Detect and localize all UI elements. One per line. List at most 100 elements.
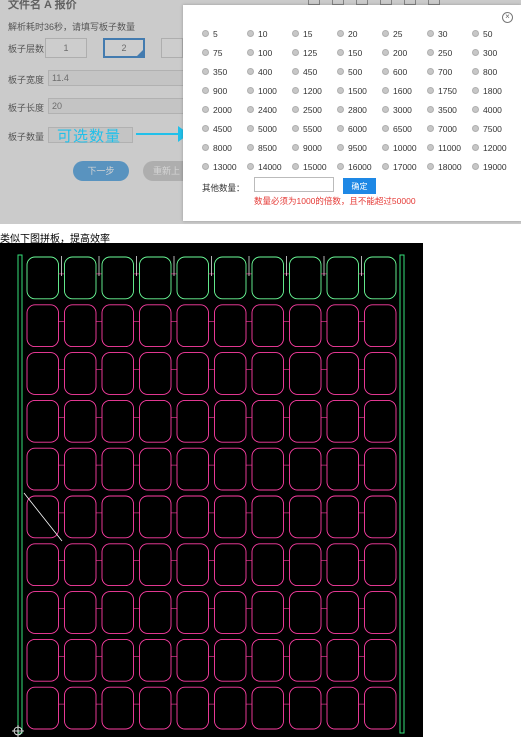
radio-icon[interactable]: [247, 68, 254, 76]
radio-icon[interactable]: [337, 87, 344, 95]
close-icon[interactable]: ×: [502, 12, 513, 23]
quantity-option[interactable]: 10000: [382, 142, 417, 154]
radio-icon[interactable]: [247, 49, 254, 57]
radio-icon[interactable]: [427, 68, 434, 76]
radio-icon[interactable]: [382, 30, 389, 38]
quantity-option[interactable]: 50: [472, 28, 492, 40]
quantity-option[interactable]: 9000: [292, 142, 322, 154]
quantity-option[interactable]: 12000: [472, 142, 507, 154]
quantity-option[interactable]: 18000: [427, 161, 462, 173]
radio-icon[interactable]: [292, 68, 299, 76]
radio-icon[interactable]: [202, 49, 209, 57]
other-quantity-input[interactable]: [254, 177, 334, 192]
radio-icon[interactable]: [247, 125, 254, 133]
radio-icon[interactable]: [427, 49, 434, 57]
quantity-option[interactable]: 15: [292, 28, 312, 40]
radio-icon[interactable]: [292, 144, 299, 152]
quantity-option[interactable]: 9500: [337, 142, 367, 154]
radio-icon[interactable]: [472, 106, 479, 114]
quantity-option[interactable]: 7000: [427, 123, 457, 135]
quantity-option[interactable]: 25: [382, 28, 402, 40]
radio-icon[interactable]: [427, 144, 434, 152]
radio-icon[interactable]: [247, 106, 254, 114]
quantity-option[interactable]: 19000: [472, 161, 507, 173]
radio-icon[interactable]: [292, 163, 299, 171]
radio-icon[interactable]: [337, 125, 344, 133]
quantity-option[interactable]: 14000: [247, 161, 282, 173]
quantity-option[interactable]: 1600: [382, 85, 412, 97]
radio-icon[interactable]: [427, 125, 434, 133]
quantity-option[interactable]: 4500: [202, 123, 232, 135]
quantity-option[interactable]: 250: [427, 47, 452, 59]
quantity-option[interactable]: 150: [337, 47, 362, 59]
radio-icon[interactable]: [337, 68, 344, 76]
quantity-option[interactable]: 350: [202, 66, 227, 78]
radio-icon[interactable]: [472, 144, 479, 152]
radio-icon[interactable]: [472, 87, 479, 95]
radio-icon[interactable]: [337, 49, 344, 57]
radio-icon[interactable]: [382, 87, 389, 95]
quantity-option[interactable]: 700: [427, 66, 452, 78]
quantity-option[interactable]: 600: [382, 66, 407, 78]
radio-icon[interactable]: [472, 68, 479, 76]
quantity-option[interactable]: 1800: [472, 85, 502, 97]
radio-icon[interactable]: [292, 87, 299, 95]
radio-icon[interactable]: [472, 49, 479, 57]
radio-icon[interactable]: [382, 68, 389, 76]
quantity-option[interactable]: 3000: [382, 104, 412, 116]
quantity-option[interactable]: 13000: [202, 161, 237, 173]
radio-icon[interactable]: [427, 163, 434, 171]
radio-icon[interactable]: [382, 106, 389, 114]
quantity-option[interactable]: 200: [382, 47, 407, 59]
quantity-option[interactable]: 20: [337, 28, 357, 40]
quantity-option[interactable]: 6500: [382, 123, 412, 135]
quantity-option[interactable]: 800: [472, 66, 497, 78]
radio-icon[interactable]: [202, 87, 209, 95]
quantity-option[interactable]: 16000: [337, 161, 372, 173]
radio-icon[interactable]: [247, 30, 254, 38]
radio-icon[interactable]: [427, 87, 434, 95]
radio-icon[interactable]: [472, 30, 479, 38]
quantity-option[interactable]: 11000: [427, 142, 461, 154]
radio-icon[interactable]: [382, 49, 389, 57]
radio-icon[interactable]: [427, 30, 434, 38]
quantity-option[interactable]: 17000: [382, 161, 417, 173]
quantity-option[interactable]: 1200: [292, 85, 322, 97]
quantity-option[interactable]: 900: [202, 85, 227, 97]
quantity-option[interactable]: 5000: [247, 123, 277, 135]
quantity-option[interactable]: 8000: [202, 142, 232, 154]
quantity-option[interactable]: 1500: [337, 85, 367, 97]
radio-icon[interactable]: [202, 30, 209, 38]
quantity-option[interactable]: 500: [337, 66, 362, 78]
confirm-button[interactable]: 确定: [343, 178, 376, 194]
quantity-option[interactable]: 8500: [247, 142, 277, 154]
quantity-option[interactable]: 30: [427, 28, 447, 40]
quantity-option[interactable]: 450: [292, 66, 317, 78]
radio-icon[interactable]: [247, 87, 254, 95]
radio-icon[interactable]: [337, 163, 344, 171]
quantity-option[interactable]: 2400: [247, 104, 277, 116]
quantity-option[interactable]: 4000: [472, 104, 502, 116]
radio-icon[interactable]: [247, 163, 254, 171]
radio-icon[interactable]: [337, 30, 344, 38]
radio-icon[interactable]: [202, 163, 209, 171]
radio-icon[interactable]: [292, 49, 299, 57]
radio-icon[interactable]: [382, 125, 389, 133]
radio-icon[interactable]: [292, 125, 299, 133]
radio-icon[interactable]: [247, 144, 254, 152]
radio-icon[interactable]: [337, 144, 344, 152]
radio-icon[interactable]: [202, 106, 209, 114]
quantity-option[interactable]: 2800: [337, 104, 367, 116]
quantity-option[interactable]: 1750: [427, 85, 457, 97]
radio-icon[interactable]: [472, 125, 479, 133]
radio-icon[interactable]: [292, 30, 299, 38]
quantity-option[interactable]: 100: [247, 47, 272, 59]
quantity-option[interactable]: 5: [202, 28, 218, 40]
radio-icon[interactable]: [472, 163, 479, 171]
radio-icon[interactable]: [382, 163, 389, 171]
quantity-option[interactable]: 6000: [337, 123, 367, 135]
quantity-option[interactable]: 2500: [292, 104, 322, 116]
quantity-option[interactable]: 3500: [427, 104, 457, 116]
quantity-option[interactable]: 15000: [292, 161, 327, 173]
radio-icon[interactable]: [202, 144, 209, 152]
